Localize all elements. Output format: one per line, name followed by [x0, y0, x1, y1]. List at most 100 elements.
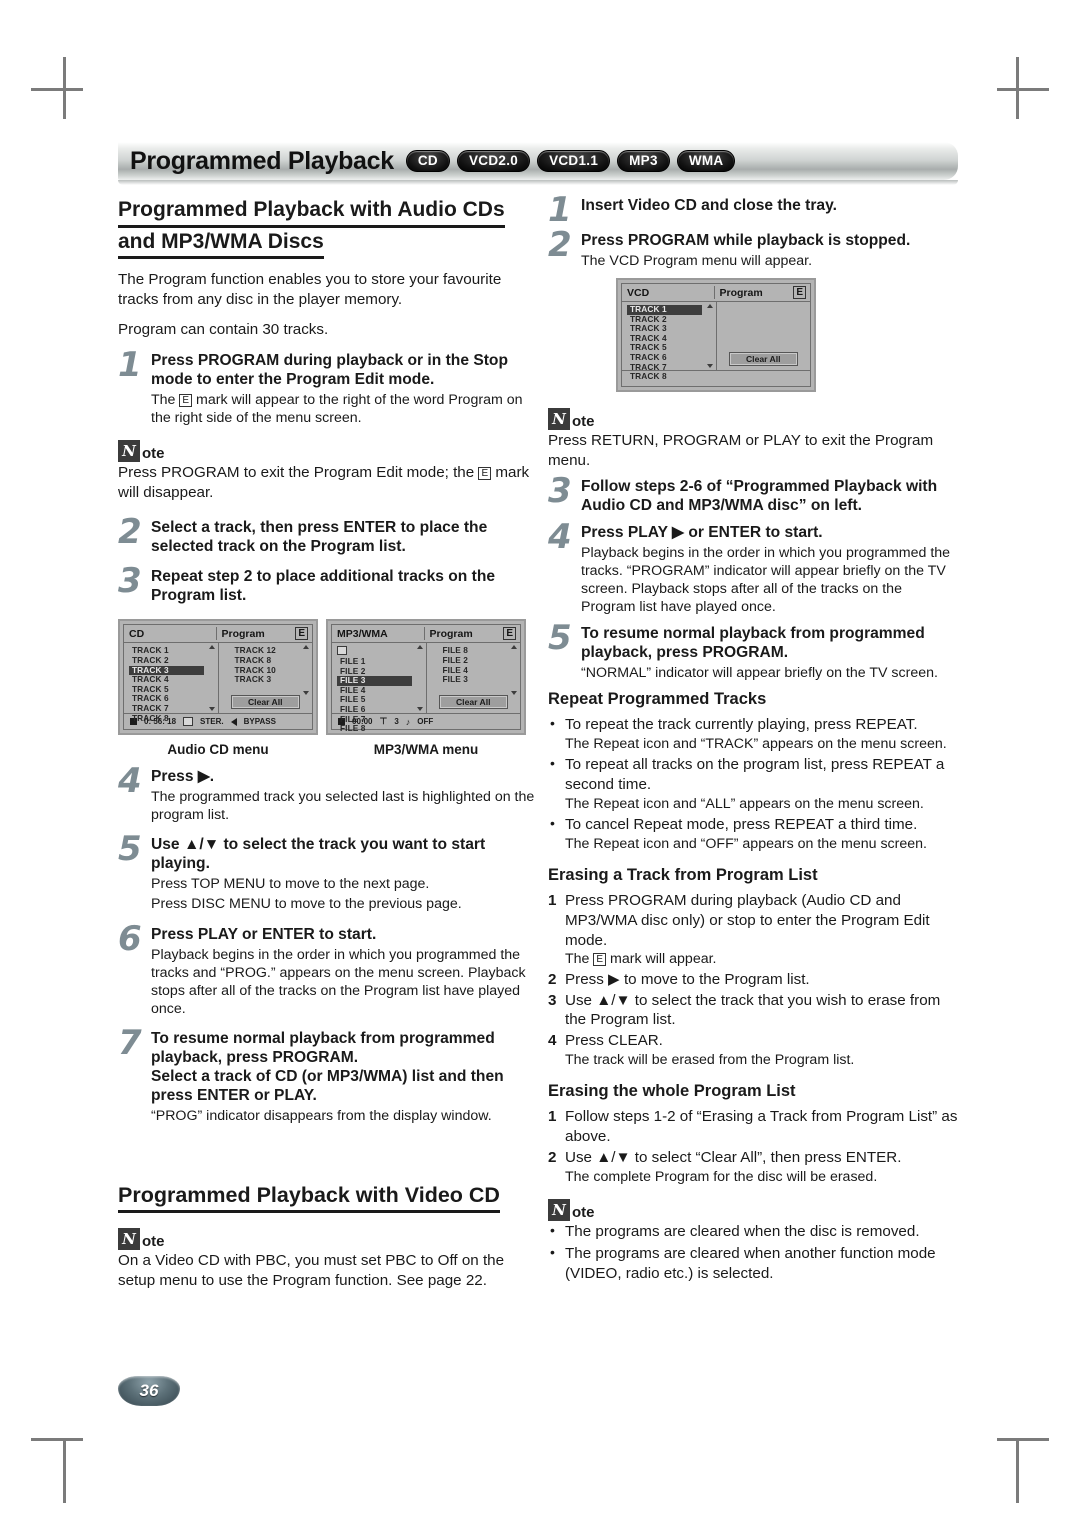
scrollbar[interactable] — [416, 645, 424, 712]
item-sub: The Repeat icon and “OFF” appears on the… — [565, 835, 927, 852]
step-description: The VCD Program menu will appear. — [581, 253, 813, 270]
erasing-track-steps: 1 Press PROGRAM during playback (Audio C… — [548, 891, 960, 1069]
note-text-a: Press PROGRAM to exit the Program Edit m… — [118, 463, 475, 481]
list-item[interactable]: FILE 8 — [427, 646, 521, 656]
osd-track-list[interactable]: TRACK 1 TRACK 2 TRACK 3 TRACK 4 TRACK 5 … — [622, 302, 716, 381]
step-desc-a: The — [151, 391, 176, 408]
clear-all-button[interactable]: Clear All — [728, 352, 798, 367]
step-desc-b: mark will appear to the right of the wor… — [151, 391, 523, 426]
note-block-2: N ote On a Video CD with PBC, you must s… — [118, 1228, 540, 1291]
scrollbar[interactable] — [208, 645, 216, 712]
scroll-up-icon[interactable] — [706, 304, 713, 309]
step-number: 7 — [118, 1022, 142, 1063]
audio-cd-menu-figure: CD Program E TRACK 1 TRACK 2 TRACK 3 TRA… — [118, 619, 318, 757]
osd-left-title: MP3/WMA — [337, 627, 388, 640]
osd-right-title: Program — [221, 627, 265, 640]
item-main: Press ▶ to move to the Program list. — [565, 970, 810, 988]
list-item[interactable]: TRACK 8 — [622, 372, 716, 382]
vcd-menu-figure: VCD Program E TRACK 1 TRACK 2 TRACK 3 TR… — [616, 278, 816, 393]
list-item[interactable]: TRACK 8 — [124, 713, 218, 724]
scroll-up-icon[interactable] — [208, 645, 215, 650]
intro-paragraph-1: The Program function enables you to stor… — [118, 271, 502, 309]
vcd-osd: VCD Program E TRACK 1 TRACK 2 TRACK 3 TR… — [616, 278, 816, 393]
scroll-up-icon[interactable] — [303, 645, 309, 650]
item-sub-emark: The E mark will appear. — [565, 950, 960, 968]
note-items-list: The programs are cleared when the disc i… — [548, 1221, 960, 1283]
list-item: 4 Press CLEAR. The track will be erased … — [548, 1031, 960, 1069]
osd-program-list[interactable]: FILE 8 FILE 2 FILE 4 FILE 3 Clear All — [425, 643, 521, 714]
section-heading-audio-cd: Programmed Playback with Audio CDs and M… — [118, 196, 540, 260]
osd-left-title: VCD — [627, 286, 650, 299]
clear-all-button[interactable]: Clear All — [438, 695, 508, 710]
item-main: To cancel Repeat mode, press REPEAT a th… — [565, 815, 918, 833]
osd-track-list[interactable]: TRACK 1 TRACK 2 TRACK 3 TRACK 4 TRACK 5 … — [124, 643, 218, 722]
format-badge-cd: CD — [405, 150, 450, 172]
clear-all-button[interactable]: Clear All — [230, 695, 300, 710]
scroll-up-icon[interactable] — [511, 645, 517, 650]
scroll-down-icon[interactable] — [511, 691, 517, 696]
scrollbar[interactable] — [511, 645, 518, 711]
list-item[interactable]: FILE 3 — [427, 675, 521, 685]
step-title: Press PLAY ▶ or ENTER to start. — [581, 523, 823, 541]
step-description: The programmed track you selected last i… — [151, 789, 535, 824]
left-step-3: 3 Repeat step 2 to place additional trac… — [118, 564, 540, 605]
list-item[interactable]: FILE 4 — [427, 665, 521, 676]
step-description-1: Press TOP MENU to move to the next page. — [151, 876, 430, 893]
step-number: 5 — [548, 617, 572, 658]
note-label-text: ote — [572, 413, 595, 431]
scrollbar[interactable] — [706, 304, 714, 369]
step-description-2: Press DISC MENU to move to the previous … — [151, 896, 462, 913]
osd-right-title: Program — [719, 286, 763, 299]
scroll-down-icon[interactable] — [208, 707, 215, 712]
step-number: 1 — [118, 344, 142, 385]
scroll-down-icon[interactable] — [303, 691, 309, 696]
emark-line-a: The — [565, 951, 590, 968]
note-text: Press RETURN, PROGRAM or PLAY to exit th… — [548, 432, 934, 469]
list-item[interactable]: TRACK 3 — [219, 675, 313, 685]
crop-mark-top-left-h — [31, 88, 83, 91]
section-heading-line1: Programmed Playback with Audio CDs — [118, 196, 505, 228]
erasing-whole-list-steps: 1 Follow steps 1-2 of “Erasing a Track f… — [548, 1107, 960, 1186]
step-title: Use ▲/▼ to select the track you want to … — [151, 836, 486, 873]
item-number: 4 — [548, 1032, 557, 1050]
step-number: 2 — [548, 225, 572, 266]
scrollbar[interactable] — [303, 645, 310, 711]
left-step-1: 1 Press PROGRAM during playback or in th… — [118, 344, 540, 427]
item-main: Press PROGRAM during playback (Audio CD … — [565, 892, 930, 949]
osd-program-list[interactable]: Clear All — [715, 302, 811, 371]
left-step-7: 7 To resume normal playback from program… — [118, 1022, 540, 1125]
scroll-down-icon[interactable] — [416, 707, 423, 712]
audio-cd-menu-caption: Audio CD menu — [167, 742, 269, 758]
note-label-text: ote — [572, 1204, 595, 1222]
scroll-up-icon[interactable] — [416, 645, 423, 650]
note-label-text: ote — [142, 1233, 165, 1251]
list-item: 1 Follow steps 1-2 of “Erasing a Track f… — [548, 1107, 960, 1147]
repeat-items-list: To repeat the track currently playing, p… — [548, 714, 960, 853]
item-main: To repeat all tracks on the program list… — [565, 756, 945, 793]
list-item[interactable]: FILE 8 — [332, 723, 426, 734]
osd-file-list[interactable]: FILE 1 FILE 2 FILE 3 FILE 4 FILE 5 FILE … — [332, 643, 426, 733]
osd-program-list[interactable]: TRACK 12 TRACK 8 TRACK 10 TRACK 3 Clear … — [217, 643, 313, 714]
right-column: 1 Insert Video CD and close the tray. 2 … — [548, 190, 960, 1287]
item-sub: The Repeat icon and “ALL” appears on the… — [565, 795, 924, 812]
right-step-5: 5 To resume normal playback from program… — [548, 617, 960, 682]
section-heading-video-cd: Programmed Playback with Video CD — [118, 1181, 500, 1214]
edit-mark-icon: E — [478, 466, 492, 480]
edit-mark-icon: E — [503, 627, 516, 641]
mp3-wma-menu-figure: MP3/WMA Program E FILE 1 FILE 2 FILE 3 F — [326, 619, 526, 757]
step-number: 3 — [548, 470, 572, 511]
step-title: Press PROGRAM while playback is stopped. — [581, 232, 911, 250]
list-item[interactable]: FILE 2 — [427, 655, 521, 666]
step-title-a: To resume normal playback from programme… — [151, 1029, 495, 1066]
note-n-icon: N — [548, 408, 570, 431]
item-number: 2 — [548, 1148, 557, 1166]
page-title: Programmed Playback — [130, 146, 394, 175]
step-number: 1 — [548, 190, 572, 230]
step-number: 4 — [118, 761, 142, 802]
step-number: 6 — [118, 918, 142, 959]
note-block-3: N ote Press RETURN, PROGRAM or PLAY to e… — [548, 408, 960, 471]
note-label: N ote — [548, 408, 960, 431]
scroll-down-icon[interactable] — [706, 364, 713, 369]
step-title: Press ▶. — [151, 768, 215, 786]
header-shadow — [118, 180, 958, 185]
